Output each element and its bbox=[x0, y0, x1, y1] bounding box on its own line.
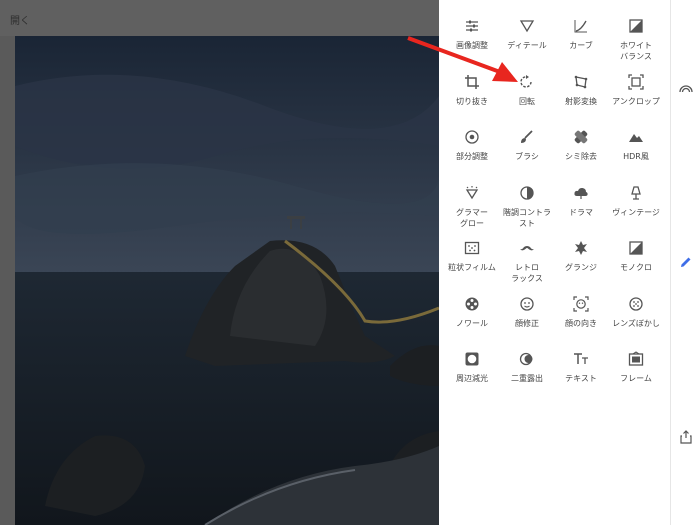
face-pose-icon bbox=[573, 296, 589, 312]
sliders-icon bbox=[466, 20, 478, 32]
tool-mountain[interactable]: HDR風 bbox=[608, 129, 664, 162]
tool-label: 切り抜き bbox=[456, 97, 488, 106]
tool-face-pose[interactable]: 顔の向き bbox=[553, 296, 609, 329]
mountain-icon bbox=[629, 134, 643, 142]
tool-lens-blur[interactable]: レンズぼかし bbox=[608, 296, 664, 329]
tool-label: 周辺減光 bbox=[456, 374, 488, 383]
tool-brush[interactable]: ブラシ bbox=[499, 129, 555, 162]
rotate-icon bbox=[520, 75, 532, 88]
tool-lamp[interactable]: ヴィンテージ bbox=[608, 185, 664, 218]
photo-illustration bbox=[15, 36, 439, 525]
tool-rotate[interactable]: 回転 bbox=[499, 74, 555, 107]
tool-label: ブラシ bbox=[515, 152, 539, 161]
tool-label: 顔修正 bbox=[515, 319, 539, 328]
lens-blur-icon bbox=[629, 297, 643, 311]
tool-label: シミ除去 bbox=[565, 152, 597, 161]
edit-pencil-icon[interactable] bbox=[679, 255, 693, 269]
perspective-icon bbox=[574, 75, 588, 89]
tool-label: 画像調整 bbox=[456, 41, 488, 50]
tool-label: 粒状フィルム bbox=[448, 263, 496, 272]
frame-icon bbox=[628, 351, 644, 366]
tool-label: グラマー グロー bbox=[456, 208, 488, 228]
tool-label: ディテール bbox=[507, 41, 547, 50]
glamour-icon bbox=[465, 186, 479, 200]
grunge-icon bbox=[575, 241, 587, 255]
expand-icon bbox=[628, 74, 644, 90]
tool-curve[interactable]: カーブ bbox=[553, 18, 609, 51]
curve-icon bbox=[574, 20, 587, 33]
tool-label: アンクロップ bbox=[612, 97, 660, 106]
tool-film-reel[interactable]: ノワール bbox=[444, 296, 500, 329]
tool-triangle-down[interactable]: ディテール bbox=[499, 18, 555, 51]
film-reel-icon bbox=[465, 297, 479, 311]
triangle-down-icon bbox=[519, 20, 535, 33]
tool-face[interactable]: 顔修正 bbox=[499, 296, 555, 329]
tool-label: 階調コントラ スト bbox=[503, 208, 551, 228]
photo-preview bbox=[15, 36, 439, 525]
tool-label: 回転 bbox=[519, 97, 535, 106]
tool-selective[interactable]: 部分調整 bbox=[444, 129, 500, 162]
tool-crop[interactable]: 切り抜き bbox=[444, 74, 500, 107]
tool-label: 二重露出 bbox=[511, 374, 543, 383]
tool-label: レンズぼかし bbox=[612, 319, 660, 328]
tool-label: 部分調整 bbox=[456, 152, 488, 161]
tool-label: グランジ bbox=[565, 263, 597, 272]
tool-monochrome[interactable]: モノクロ bbox=[608, 240, 664, 273]
face-icon bbox=[520, 297, 534, 311]
tool-healing[interactable]: シミ除去 bbox=[553, 129, 609, 162]
tool-vignette[interactable]: 周辺減光 bbox=[444, 351, 500, 384]
lamp-icon bbox=[631, 186, 641, 200]
text-icon bbox=[574, 353, 588, 364]
tool-label: 射影変換 bbox=[565, 97, 597, 106]
tool-frame[interactable]: フレーム bbox=[608, 351, 664, 384]
tool-cloud[interactable]: ドラマ bbox=[553, 185, 609, 218]
tool-label: テキスト bbox=[565, 374, 597, 383]
looks-icon[interactable] bbox=[679, 81, 693, 95]
brush-icon bbox=[521, 130, 533, 143]
tool-tonal-contrast[interactable]: 階調コントラ スト bbox=[499, 185, 555, 229]
top-bar: 開く bbox=[0, 0, 439, 36]
tools-panel: 画像調整 ディテール カーブ ホワイト バランス切り抜き 回転 射影変換 アンクロップ部分調… bbox=[439, 0, 670, 525]
tool-perspective[interactable]: 射影変換 bbox=[553, 74, 609, 107]
tool-label: カーブ bbox=[569, 41, 593, 50]
double-exposure-icon bbox=[519, 352, 533, 366]
tool-sliders[interactable]: 画像調整 bbox=[444, 18, 500, 51]
tool-mustache[interactable]: レトロ ラックス bbox=[499, 240, 555, 284]
tool-label: レトロ ラックス bbox=[511, 263, 543, 283]
tool-label: ドラマ bbox=[569, 208, 593, 217]
tool-label: HDR風 bbox=[623, 152, 649, 161]
mustache-icon bbox=[520, 246, 534, 251]
tool-label: 顔の向き bbox=[565, 319, 597, 328]
open-button[interactable]: 開く bbox=[10, 12, 30, 27]
tool-label: ヴィンテージ bbox=[612, 208, 660, 217]
tool-label: モノクロ bbox=[620, 263, 652, 272]
tool-expand[interactable]: アンクロップ bbox=[608, 74, 664, 107]
tool-label: フレーム bbox=[620, 374, 652, 383]
tool-glamour[interactable]: グラマー グロー bbox=[444, 185, 500, 229]
right-rail bbox=[670, 0, 700, 525]
monochrome-icon bbox=[629, 241, 643, 255]
cloud-icon bbox=[574, 187, 588, 199]
crop-icon bbox=[465, 75, 479, 89]
tool-text[interactable]: テキスト bbox=[553, 351, 609, 384]
tool-white-balance[interactable]: ホワイト バランス bbox=[608, 18, 664, 62]
healing-icon bbox=[574, 130, 588, 144]
white-balance-icon bbox=[629, 19, 643, 33]
share-icon[interactable] bbox=[679, 430, 693, 444]
tool-double-exposure[interactable]: 二重露出 bbox=[499, 351, 555, 384]
tool-label: ノワール bbox=[456, 319, 488, 328]
vignette-icon bbox=[465, 352, 479, 366]
tool-label: ホワイト バランス bbox=[620, 41, 652, 61]
film-grain-icon bbox=[464, 241, 480, 255]
selective-icon bbox=[465, 130, 479, 144]
tonal-contrast-icon bbox=[520, 186, 534, 200]
tool-grunge[interactable]: グランジ bbox=[553, 240, 609, 273]
tool-film-grain[interactable]: 粒状フィルム bbox=[444, 240, 500, 273]
